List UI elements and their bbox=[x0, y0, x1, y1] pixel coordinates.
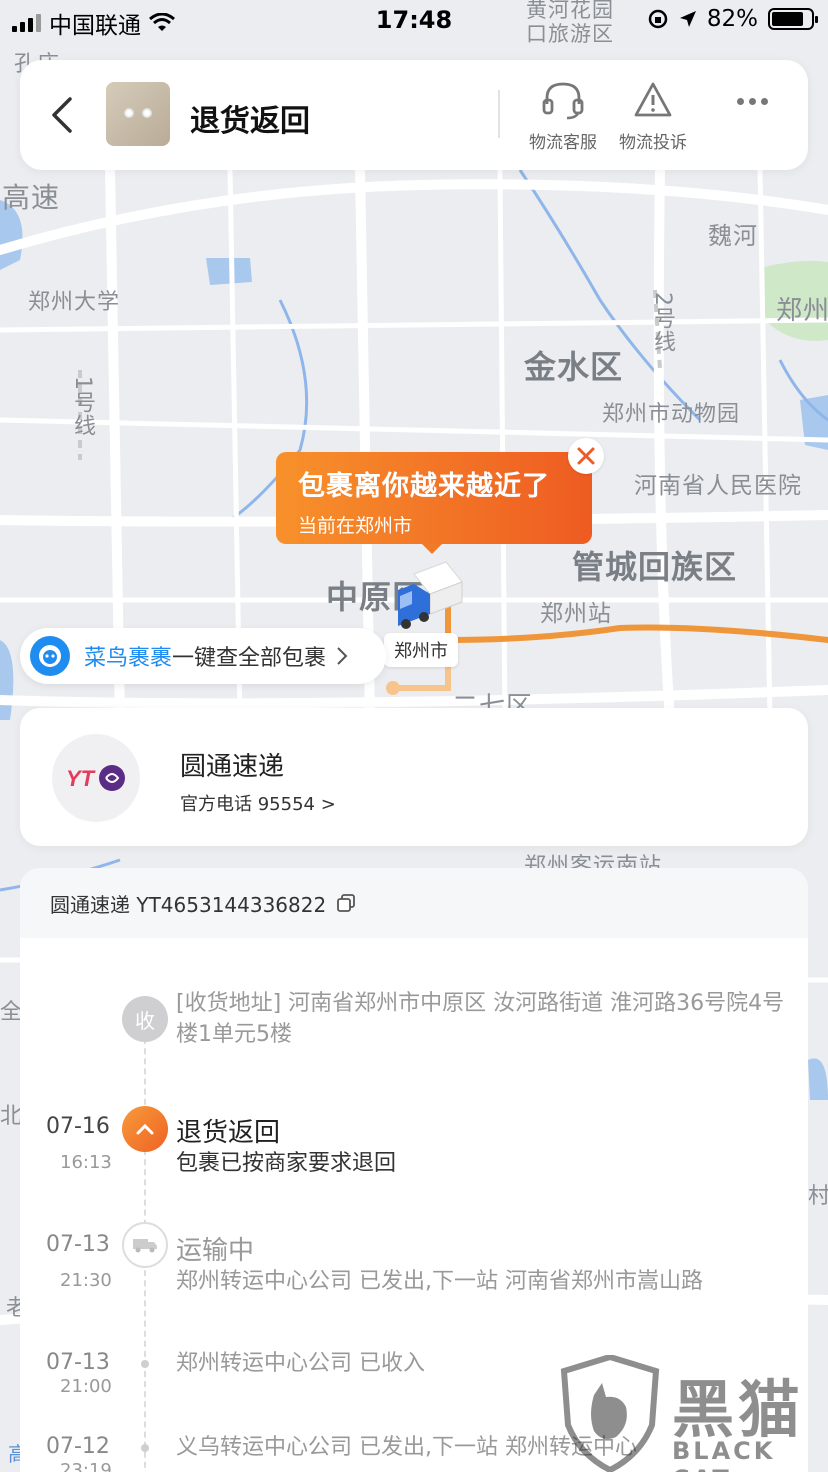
courier-card: YT 圆通速递 官方电话 95554 > bbox=[20, 708, 808, 846]
watermark-text: 黑猫 bbox=[672, 1373, 805, 1446]
event-date: 07-16 bbox=[46, 1114, 110, 1139]
status-right: 82% bbox=[647, 6, 818, 32]
page-title: 退货返回 bbox=[190, 104, 310, 139]
svg-text:YT: YT bbox=[66, 766, 96, 791]
watermark-subtext: BLACK CAT bbox=[672, 1437, 776, 1472]
courier-phone-link[interactable]: 官方电话 95554 > bbox=[180, 790, 336, 816]
popup-subtitle: 当前在郑州市 bbox=[298, 515, 413, 537]
popup-close-button[interactable] bbox=[568, 438, 604, 474]
map-label-line1: 1号线 bbox=[70, 376, 95, 437]
product-thumbnail[interactable] bbox=[106, 82, 170, 146]
close-icon bbox=[577, 447, 595, 465]
timeline-dot bbox=[141, 1444, 149, 1452]
header-card: 退货返回 物流客服 物流投诉 bbox=[20, 60, 808, 170]
warning-icon bbox=[634, 82, 672, 117]
battery-fill bbox=[772, 12, 804, 26]
event-time: 23:19 bbox=[60, 1460, 112, 1472]
battery-icon bbox=[768, 8, 818, 30]
event-date: 07-13 bbox=[46, 1350, 110, 1375]
tracking-number: 圆通速递 YT4653144336822 bbox=[50, 892, 327, 917]
map-label-zzu: 郑州大学 bbox=[28, 290, 121, 315]
cainiao-brand: 菜鸟裹裹 bbox=[84, 646, 173, 671]
yto-logo-icon: YT bbox=[52, 734, 140, 822]
copy-icon[interactable] bbox=[336, 893, 356, 913]
logistics-complaint-label: 物流投诉 bbox=[619, 133, 687, 153]
event-date: 07-12 bbox=[46, 1434, 110, 1459]
chevron-right-icon bbox=[337, 647, 348, 665]
map-label-line2: 2号线 bbox=[650, 292, 675, 353]
courier-name: 圆通速递 bbox=[180, 752, 285, 782]
logistics-service-label: 物流客服 bbox=[529, 133, 597, 153]
receive-address: [收货地址] 河南省郑州市中原区 汝河路街道 淮河路36号院4号楼1单元5楼 bbox=[176, 991, 785, 1047]
event-time: 16:13 bbox=[60, 1152, 112, 1173]
truck-marker[interactable] bbox=[388, 560, 464, 632]
map-label-guancheng: 管城回族区 bbox=[572, 548, 738, 586]
receive-node: 收 bbox=[122, 996, 168, 1042]
battery-percent: 82% bbox=[706, 6, 758, 32]
map-label-weihe: 魏河 bbox=[708, 222, 758, 250]
event-time: 21:00 bbox=[60, 1376, 112, 1397]
logistics-service-button[interactable]: 物流客服 bbox=[518, 80, 608, 153]
event-text: 郑州转运中心公司 已发出,下一站 河南省郑州市嵩山路 bbox=[176, 1269, 703, 1294]
headset-icon bbox=[542, 82, 584, 120]
map-label-jinshui: 金水区 bbox=[524, 348, 624, 386]
orientation-lock-icon bbox=[648, 9, 668, 29]
event-title: 运输中 bbox=[176, 1236, 255, 1266]
cainiao-text: 一键查全部包裹 bbox=[172, 646, 327, 671]
event-text: 包裹已按商家要求退回 bbox=[176, 1151, 397, 1176]
event-date: 07-13 bbox=[46, 1232, 110, 1257]
event-title: 退货返回 bbox=[176, 1118, 281, 1148]
cainiao-logo-icon bbox=[30, 636, 70, 676]
chevron-left-icon bbox=[52, 97, 72, 133]
back-button[interactable] bbox=[42, 90, 82, 140]
map-label-gaosu: 高速 bbox=[2, 181, 61, 214]
map-label-zoo: 郑州市动物园 bbox=[602, 402, 741, 427]
more-dots-icon[interactable] bbox=[737, 98, 768, 105]
cainiao-banner[interactable]: 菜鸟裹裹 一键查全部包裹 bbox=[20, 628, 386, 684]
map-label-zhengzhou-park: 郑州 bbox=[776, 296, 828, 326]
transit-truck-icon bbox=[122, 1222, 168, 1268]
map-label-hospital: 河南省人民医院 bbox=[634, 473, 802, 499]
location-arrow-icon bbox=[679, 11, 696, 27]
event-time: 21:30 bbox=[60, 1270, 112, 1291]
shield-cat-icon bbox=[560, 1353, 660, 1472]
header-divider bbox=[498, 90, 500, 138]
current-city-chip: 郑州市 bbox=[384, 633, 458, 667]
map-label-station: 郑州站 bbox=[540, 601, 612, 627]
tracking-number-bar: 圆通速递 YT4653144336822 bbox=[20, 868, 808, 938]
package-approaching-popup: 包裹离你越来越近了 当前在郑州市 bbox=[276, 452, 592, 554]
map-label-cun: 村 bbox=[808, 1184, 828, 1209]
timeline-dot bbox=[141, 1360, 149, 1368]
popup-title: 包裹离你越来越近了 bbox=[298, 471, 550, 502]
truck-icon bbox=[398, 561, 463, 629]
return-node-icon bbox=[122, 1106, 168, 1152]
black-cat-watermark: 黑猫 BLACK CAT bbox=[560, 1353, 828, 1472]
status-bar: 中国联通 17:48 82% bbox=[0, 0, 828, 42]
logistics-complaint-button[interactable]: 物流投诉 bbox=[608, 80, 698, 153]
